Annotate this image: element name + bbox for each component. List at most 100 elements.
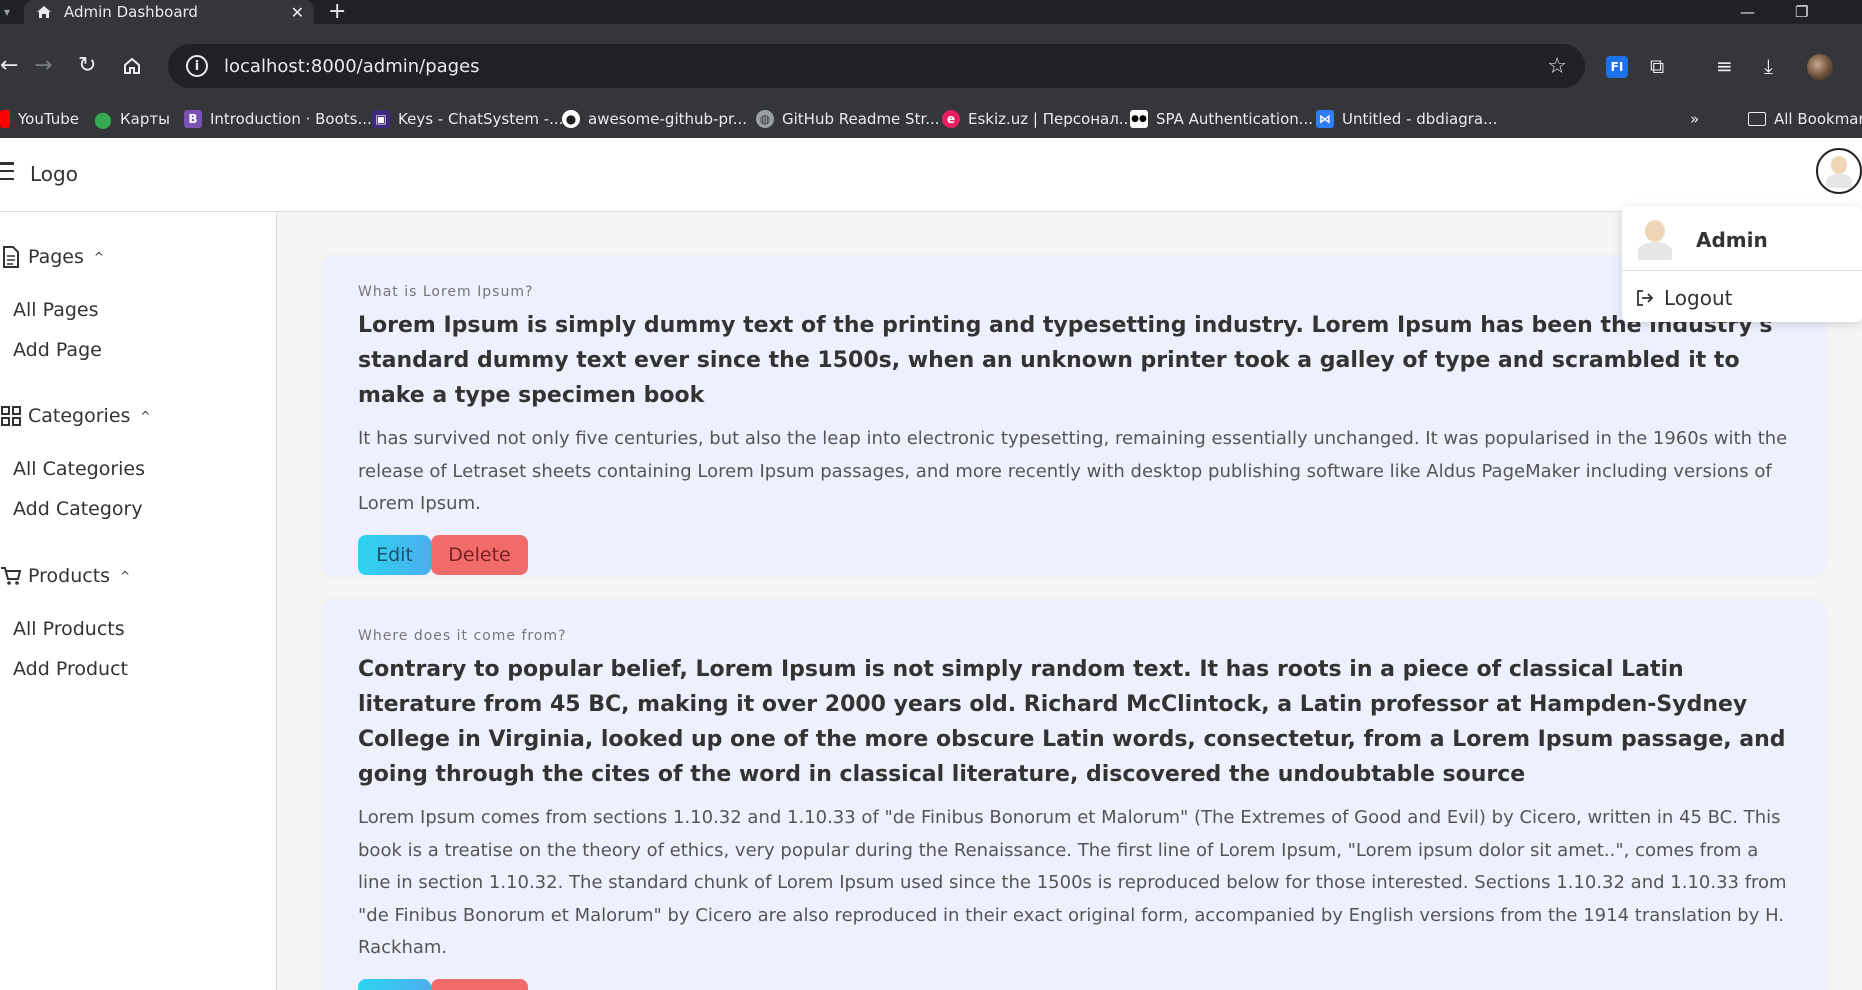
card-body: Lorem Ipsum comes from sections 1.10.32 …: [358, 807, 1787, 958]
dropdown-divider: [1622, 270, 1862, 271]
user-avatar-icon: [1824, 154, 1854, 188]
user-avatar-button[interactable]: [1816, 148, 1862, 194]
bookmark-label: Eskiz.uz | Персонал...: [968, 110, 1134, 128]
home-icon[interactable]: [122, 52, 142, 84]
back-icon[interactable]: ←: [0, 52, 18, 80]
document-icon: [0, 246, 22, 268]
edit-button[interactable]: Edit: [358, 534, 431, 575]
browser-tab-active[interactable]: Admin Dashboard ✕: [24, 0, 314, 24]
sidebar: Pages ^ All Pages Add Page Categories ^ …: [0, 212, 277, 990]
bookmark-keys[interactable]: ▣ Keys - ChatSystem -...: [372, 100, 563, 138]
user-avatar-icon: [1636, 218, 1674, 262]
bookmark-label: awesome-github-pr...: [588, 110, 748, 128]
eskiz-icon: e: [942, 110, 960, 128]
bookmark-label: YouTube: [18, 110, 79, 128]
reload-icon[interactable]: ↻: [78, 52, 96, 80]
youtube-icon: [0, 110, 10, 128]
bookmark-youtube[interactable]: YouTube: [0, 100, 79, 138]
dbdiagram-icon: ⋈: [1316, 110, 1334, 128]
sidebar-section-pages[interactable]: Pages ^: [0, 246, 104, 268]
more-bookmarks-icon[interactable]: »: [1690, 100, 1699, 138]
logout-menu-item[interactable]: Logout: [1636, 286, 1732, 310]
section-label: Products: [28, 565, 111, 587]
site-info-icon[interactable]: i: [186, 55, 208, 77]
cart-icon: [0, 565, 22, 587]
bookmarks-bar: YouTube ⬤ Карты B Introduction · Boots..…: [0, 100, 1862, 138]
section-label: Categories: [28, 405, 131, 427]
sidebar-section-products[interactable]: Products ^: [0, 565, 130, 587]
bookmark-eskiz[interactable]: e Eskiz.uz | Персонал...: [942, 100, 1133, 138]
bootstrap-icon: B: [184, 110, 202, 128]
all-bookmarks-folder[interactable]: All Bookmar: [1748, 100, 1862, 138]
medium-icon: ●●: [1130, 110, 1148, 128]
folder-icon: [1748, 112, 1766, 126]
bookmark-bootstrap[interactable]: B Introduction · Boots...: [184, 100, 372, 138]
bookmark-maps[interactable]: ⬤ Карты: [94, 100, 170, 138]
bookmark-label: All Bookmar: [1774, 110, 1862, 128]
card-question: Where does it come from?: [358, 628, 567, 644]
forward-icon[interactable]: →: [34, 52, 52, 80]
tab-title: Admin Dashboard: [64, 3, 198, 21]
new-tab-icon[interactable]: +: [328, 0, 346, 24]
chevron-up-icon: ^: [93, 250, 104, 264]
delete-button[interactable]: Delete: [431, 978, 528, 990]
browser-tab-strip: ▾ Admin Dashboard ✕ + — ❐: [0, 0, 1862, 24]
bookmark-label: GitHub Readme Str...: [782, 110, 940, 128]
bookmark-readme-stats[interactable]: ◍ GitHub Readme Str...: [756, 100, 940, 138]
bookmark-label: Introduction · Boots...: [210, 110, 372, 128]
sidebar-item-all-categories[interactable]: All Categories: [13, 458, 145, 480]
extensions-puzzle-icon[interactable]: ⧉: [1650, 52, 1664, 80]
card-headline: Lorem Ipsum is simply dummy text of the …: [358, 313, 1773, 408]
downloads-icon[interactable]: ⤓: [1764, 52, 1773, 80]
menu-toggle-icon[interactable]: [0, 162, 16, 180]
sidebar-item-all-products[interactable]: All Products: [13, 618, 125, 640]
user-dropdown-menu: Admin Logout: [1622, 206, 1862, 322]
sidebar-item-add-category[interactable]: Add Category: [13, 498, 143, 520]
maps-pin-icon: ⬤: [94, 109, 112, 129]
page-card: What is Lorem Ipsum? Lorem Ipsum is simp…: [322, 256, 1826, 576]
card-actions: Edit Delete: [358, 978, 1790, 990]
chevron-up-icon: ^: [120, 569, 131, 583]
dropdown-user-header[interactable]: Admin: [1636, 218, 1768, 262]
minimize-icon[interactable]: —: [1740, 0, 1755, 24]
sidebar-item-all-pages[interactable]: All Pages: [13, 299, 99, 321]
chevron-up-icon: ^: [140, 409, 151, 423]
sidebar-section-categories[interactable]: Categories ^: [0, 405, 150, 427]
tab-close-icon[interactable]: ✕: [291, 3, 304, 22]
address-bar[interactable]: i localhost:8000/admin/pages ☆: [168, 44, 1585, 88]
bookmark-spa-auth[interactable]: ●● SPA Authentication...: [1130, 100, 1313, 138]
bookmark-label: Untitled - dbdiagra...: [1342, 110, 1498, 128]
app-logo[interactable]: Logo: [30, 162, 78, 186]
card-question: What is Lorem Ipsum?: [358, 284, 534, 300]
grid-icon: [0, 405, 22, 427]
main-content: What is Lorem Ipsum? Lorem Ipsum is simp…: [278, 212, 1862, 990]
home-favicon-icon: [36, 4, 52, 20]
bookmark-label: Keys - ChatSystem -...: [398, 110, 564, 128]
bookmark-label: Карты: [120, 110, 170, 128]
app-header: Logo: [0, 138, 1862, 212]
section-label: Pages: [28, 246, 84, 268]
edit-button[interactable]: Edit: [358, 978, 431, 990]
restore-icon[interactable]: ❐: [1795, 0, 1808, 24]
delete-button[interactable]: Delete: [431, 534, 528, 575]
bookmark-star-icon[interactable]: ☆: [1547, 54, 1567, 79]
bookmark-dbdiagram[interactable]: ⋈ Untitled - dbdiagra...: [1316, 100, 1497, 138]
sidebar-item-add-product[interactable]: Add Product: [13, 658, 128, 680]
dropdown-username: Admin: [1696, 228, 1768, 252]
logout-icon: [1636, 289, 1654, 307]
github-icon: ●: [562, 110, 580, 128]
bookmark-github[interactable]: ● awesome-github-pr...: [562, 100, 747, 138]
globe-icon: ◍: [756, 110, 774, 128]
extension-fi-icon[interactable]: FI: [1606, 56, 1628, 78]
sidebar-item-add-page[interactable]: Add Page: [13, 339, 102, 361]
card-actions: Edit Delete: [358, 534, 1790, 575]
bookmark-label: SPA Authentication...: [1156, 110, 1314, 128]
keys-icon: ▣: [372, 110, 390, 128]
tab-search-chevron-icon[interactable]: ▾: [0, 0, 14, 24]
profile-avatar[interactable]: [1807, 54, 1833, 80]
reading-list-icon[interactable]: ≡: [1716, 52, 1733, 80]
page-card: Where does it come from? Contrary to pop…: [322, 600, 1826, 990]
card-headline: Contrary to popular belief, Lorem Ipsum …: [358, 657, 1786, 787]
url-text: localhost:8000/admin/pages: [224, 55, 480, 77]
card-body: It has survived not only five centuries,…: [358, 428, 1788, 514]
